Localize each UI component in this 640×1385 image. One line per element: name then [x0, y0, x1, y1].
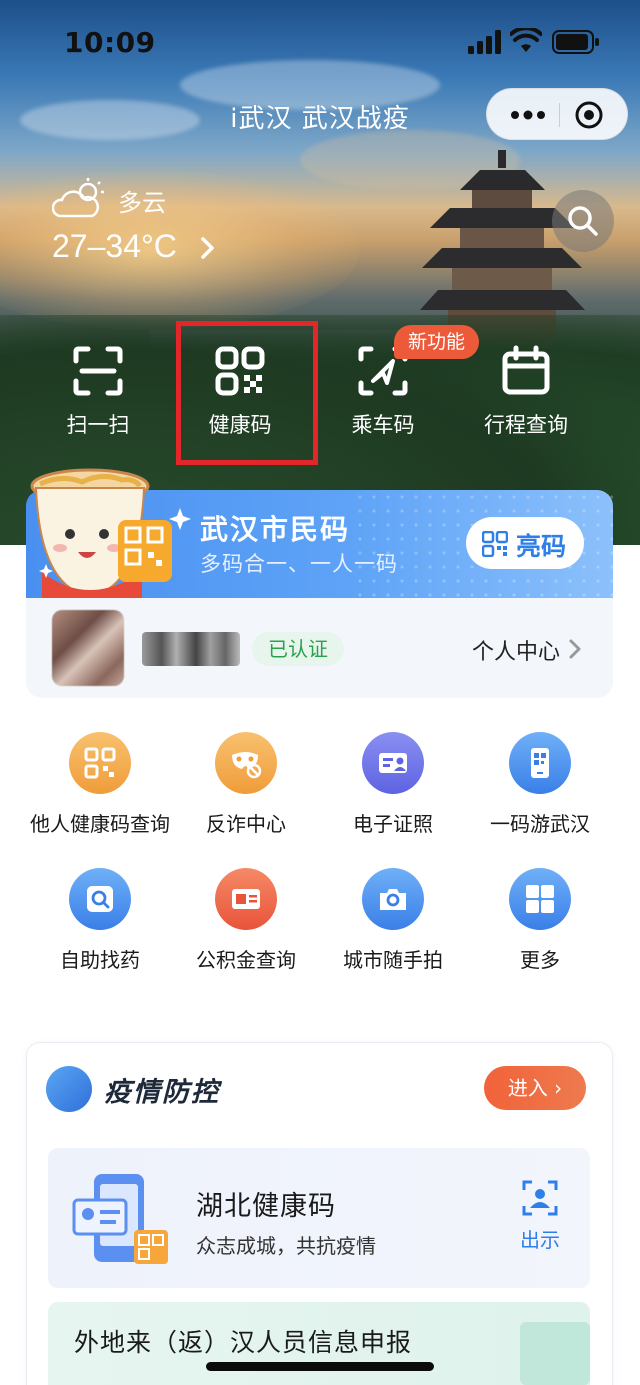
mini-program-capsule — [486, 88, 628, 140]
hubei-health-code-subtitle: 众志成城，共抗疫情 — [196, 1234, 376, 1258]
service-label: 电子证照 — [353, 812, 433, 836]
show-code-button[interactable]: 亮码 — [466, 517, 584, 569]
calendar-icon — [502, 345, 550, 395]
service-icon-bg — [509, 732, 571, 794]
citizen-code-subtitle: 多码合一、一人一码 — [200, 552, 398, 576]
hubei-health-code-title: 湖北健康码 — [196, 1191, 336, 1222]
enter-button[interactable]: 进入 › — [484, 1066, 586, 1110]
capsule-divider — [559, 103, 560, 127]
inbound-report-title: 外地来（返）汉人员信息申报 — [74, 1328, 413, 1357]
service-label: 公积金查询 — [196, 948, 296, 972]
camera-icon — [380, 889, 406, 910]
weather-temperature[interactable]: 27–34°C — [52, 228, 177, 265]
service-label: 更多 — [520, 948, 560, 972]
status-time: 10:09 — [64, 26, 156, 59]
service-find-medicine[interactable]: 自助找药 — [20, 868, 180, 973]
search-icon — [568, 206, 598, 236]
partly-cloudy-icon — [52, 178, 104, 218]
search-icon — [87, 886, 113, 912]
service-icon-bg — [215, 868, 277, 930]
more-icon[interactable] — [507, 102, 549, 128]
qr-code-icon — [482, 531, 508, 557]
show-health-code-label[interactable]: 出示 — [520, 1224, 560, 1253]
service-e-license[interactable]: 电子证照 — [313, 732, 473, 837]
quick-action-label: 扫一扫 — [66, 413, 130, 437]
show-code-label: 亮码 — [516, 532, 567, 561]
mask-icon — [232, 752, 262, 779]
service-icon-bg — [509, 868, 571, 930]
id-card-icon — [379, 753, 407, 773]
user-name-redacted — [142, 632, 240, 666]
service-icon-bg — [69, 732, 131, 794]
citizen-code-title: 武汉市民码 — [200, 513, 351, 546]
quick-action-scan[interactable]: 扫一扫 — [38, 345, 158, 439]
close-mini-program-icon[interactable] — [575, 101, 603, 129]
service-icon-bg — [362, 732, 424, 794]
highlight-box — [176, 321, 318, 465]
grid-icon — [526, 885, 554, 913]
service-icon-bg — [215, 732, 277, 794]
service-label: 他人健康码查询 — [30, 812, 170, 836]
quick-action-trip-query[interactable]: 行程查询 — [466, 345, 586, 439]
status-bar: 10:09 — [0, 0, 640, 84]
service-travel-wuhan[interactable]: 一码游武汉 — [460, 732, 620, 837]
service-label: 一码游武汉 — [490, 812, 590, 836]
card-icon — [232, 889, 260, 909]
service-more[interactable]: 更多 — [460, 868, 620, 973]
service-anti-fraud[interactable]: 反诈中心 — [166, 732, 326, 837]
quick-action-label: 乘车码 — [351, 413, 415, 437]
home-indicator[interactable] — [206, 1362, 434, 1371]
service-icon-bg — [362, 868, 424, 930]
health-code-illustration — [72, 1174, 168, 1264]
avatar — [52, 610, 124, 686]
phone-qr-icon — [531, 748, 549, 778]
service-icon-bg — [69, 868, 131, 930]
cellular-signal-icon — [468, 30, 501, 54]
face-scan-icon[interactable] — [522, 1180, 558, 1216]
service-housing-fund[interactable]: 公积金查询 — [166, 868, 326, 973]
wuhan-fight-logo — [46, 1066, 92, 1112]
chevron-right-icon[interactable] — [568, 638, 582, 660]
mascot-illustration — [30, 468, 191, 598]
battery-icon — [552, 30, 599, 54]
service-label: 自助找药 — [60, 948, 140, 972]
personal-center-link[interactable]: 个人中心 — [472, 634, 560, 666]
service-label: 城市随手拍 — [343, 948, 443, 972]
weather-condition: 多云 — [118, 189, 166, 217]
service-label: 反诈中心 — [206, 812, 286, 836]
epidemic-title: 疫情防控 — [104, 1077, 220, 1108]
chevron-right-icon[interactable] — [198, 236, 218, 260]
wifi-icon — [510, 28, 542, 52]
quick-action-label: 行程查询 — [484, 413, 568, 437]
person-list-icon — [520, 1322, 590, 1385]
qr-code-icon — [84, 747, 116, 779]
service-city-snapshot[interactable]: 城市随手拍 — [313, 868, 473, 973]
verified-badge: 已认证 — [252, 632, 344, 666]
quick-action-transit-code[interactable]: 乘车码 — [323, 345, 443, 439]
search-button[interactable] — [552, 190, 614, 252]
new-feature-badge: 新功能 — [394, 325, 480, 359]
service-health-code-query[interactable]: 他人健康码查询 — [20, 732, 180, 837]
scan-icon — [73, 346, 123, 396]
